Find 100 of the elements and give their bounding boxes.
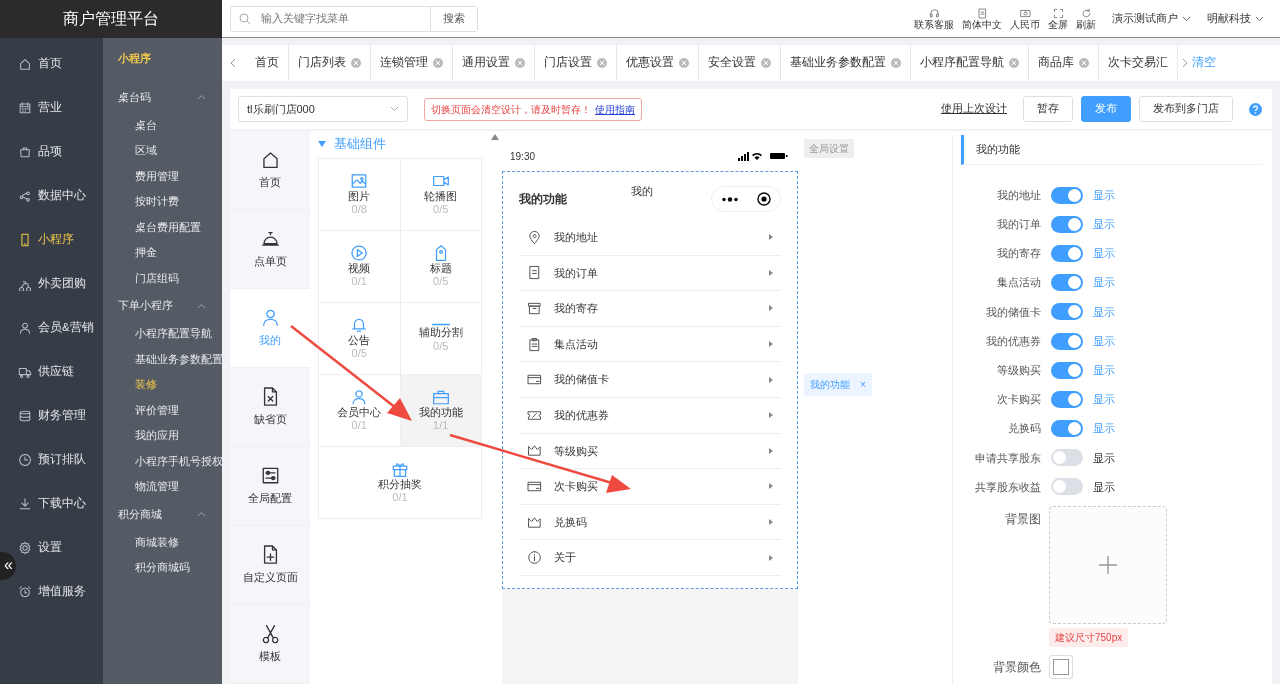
menu-item[interactable]: 装修 [135, 376, 157, 393]
close-icon[interactable] [891, 58, 901, 68]
menu-row[interactable]: 兑换码 [554, 513, 587, 531]
page-type-item[interactable]: 缺省页 [253, 411, 287, 428]
last-design-link[interactable]: 使用上次设计 [941, 101, 1007, 117]
page-tab[interactable]: 门店设置 [544, 54, 592, 72]
close-icon[interactable] [1079, 58, 1089, 68]
menu-row[interactable]: 我的地址 [554, 229, 598, 246]
nav-item[interactable]: 品项 [38, 143, 62, 161]
nav-item[interactable]: 增值服务 [38, 583, 86, 601]
chevron-icon[interactable] [197, 511, 206, 517]
menu-item[interactable]: 积分商城码 [135, 559, 190, 576]
nav-item[interactable]: 供应链 [38, 363, 74, 381]
toggle-switch[interactable] [1051, 244, 1083, 262]
close-icon[interactable] [351, 58, 361, 68]
toggle-switch[interactable] [1051, 361, 1083, 379]
toggle-switch[interactable] [1051, 215, 1083, 233]
page-tab[interactable]: 小程序配置导航 [920, 54, 1004, 72]
menu-group[interactable]: 积分商城 [118, 505, 162, 523]
page-tab[interactable]: 连锁管理 [380, 54, 428, 72]
menu-row[interactable]: 关于 [554, 549, 576, 566]
store-select[interactable]: tl乐刷门店000 [238, 96, 408, 122]
nav-item[interactable]: 小程序 [38, 231, 74, 249]
component-tile[interactable]: 积分抽奖 0/1 [319, 446, 482, 519]
guide-link[interactable]: 使用指南 [595, 103, 635, 115]
menu-item[interactable]: 区域 [135, 142, 157, 159]
page-type-item[interactable]: 模板 [259, 648, 281, 665]
nav-item[interactable]: 数据中心 [38, 187, 86, 205]
color-picker[interactable] [1049, 654, 1073, 679]
menu-item[interactable]: 桌台 [135, 116, 157, 133]
page-tab[interactable]: 安全设置 [708, 54, 756, 72]
menu-row[interactable]: 我的储值卡 [554, 371, 609, 388]
component-tile[interactable]: 辅助分割 0/5 [400, 302, 482, 375]
page-tab[interactable]: 基础业务参数配置 [790, 54, 886, 72]
component-tile[interactable]: 公告 0/5 [319, 302, 401, 375]
page-type-item[interactable]: 点单页 [253, 253, 287, 270]
menu-item[interactable]: 费用管理 [135, 167, 179, 184]
scroll-up-icon[interactable] [491, 134, 499, 140]
component-tile[interactable]: 标题 0/5 [400, 230, 482, 303]
caret-down-icon[interactable] [318, 141, 326, 148]
menu-group[interactable]: 下单小程序 [118, 297, 173, 314]
chevron-left-icon[interactable] [230, 58, 236, 68]
toggle-switch[interactable] [1051, 303, 1083, 321]
nav-item[interactable]: 财务管理 [38, 407, 86, 425]
menu-group[interactable]: 桌台码 [118, 88, 151, 106]
menu-row[interactable]: 我的订单 [554, 264, 598, 282]
menu-item[interactable]: 小程序配置导航 [135, 325, 212, 342]
close-icon[interactable] [597, 58, 607, 68]
account-dropdown[interactable]: 明献科技 [1207, 10, 1251, 27]
menu-item[interactable]: 我的应用 [135, 427, 179, 444]
menu-item[interactable]: 评价管理 [135, 401, 179, 418]
toggle-switch[interactable] [1051, 420, 1083, 438]
help-icon[interactable] [1249, 102, 1262, 116]
menu-item[interactable]: 小程序手机号授权 [135, 452, 223, 469]
toolbar-label[interactable]: 联系客服 [914, 18, 954, 30]
nav-item[interactable]: 外卖团购 [38, 275, 86, 293]
chevron-right-icon[interactable] [1182, 58, 1188, 68]
close-icon[interactable] [761, 58, 771, 68]
menu-item[interactable]: 商城装修 [135, 533, 179, 550]
menu-item[interactable]: 基础业务参数配置 [135, 350, 223, 367]
toolbar-label[interactable]: 人民币 [1010, 18, 1040, 30]
account-dropdown[interactable]: 演示测试商户 [1112, 10, 1178, 27]
nav-item[interactable]: 营业 [38, 99, 62, 117]
component-tile[interactable]: 图片 0/8 [319, 158, 401, 231]
action-button[interactable]: 暂存 [1023, 96, 1073, 122]
menu-row[interactable]: 次卡购买 [554, 478, 598, 495]
close-icon[interactable] [679, 58, 689, 68]
page-tab[interactable]: 优惠设置 [626, 54, 674, 72]
page-type-item[interactable]: 自定义页面 [242, 569, 298, 586]
action-button[interactable]: 发布到多门店 [1139, 96, 1233, 122]
toggle-switch[interactable] [1051, 186, 1083, 204]
component-tile[interactable]: 视频 0/1 [319, 230, 401, 303]
menu-row[interactable]: 集点活动 [554, 335, 598, 353]
toolbar-label[interactable]: 刷新 [1076, 18, 1096, 30]
toggle-switch[interactable] [1051, 478, 1083, 496]
nav-item[interactable]: 会员&营销 [38, 319, 94, 337]
nav-item[interactable]: 预订排队 [38, 451, 86, 469]
search-field[interactable]: 输入关键字找菜单 搜索 [230, 5, 478, 32]
toolbar-label[interactable]: 简体中文 [962, 18, 1002, 30]
nav-item[interactable]: 首页 [38, 55, 62, 73]
page-type-item[interactable]: 全局配置 [248, 490, 292, 507]
toolbar-label[interactable]: 全屏 [1048, 18, 1068, 30]
menu-item[interactable]: 押金 [135, 244, 157, 261]
component-tile[interactable]: 我的功能 1/1 [400, 374, 482, 447]
image-upload[interactable] [1049, 505, 1167, 624]
toggle-switch[interactable] [1051, 390, 1083, 408]
close-icon[interactable] [1009, 58, 1019, 68]
search-button[interactable]: 搜索 [430, 6, 477, 31]
toggle-switch[interactable] [1051, 274, 1083, 292]
page-tab[interactable]: 门店列表 [298, 54, 346, 72]
toggle-switch[interactable] [1051, 332, 1083, 350]
page-tab[interactable]: 首页 [255, 54, 279, 72]
close-icon[interactable] [433, 58, 443, 68]
component-tile[interactable]: 轮播图 0/5 [400, 158, 482, 231]
menu-row[interactable]: 等级购买 [554, 442, 598, 460]
nav-item[interactable]: 设置 [38, 539, 62, 557]
page-tab[interactable]: 商品库 [1038, 54, 1074, 72]
menu-row[interactable]: 我的优惠券 [554, 407, 609, 424]
chevron-icon[interactable] [197, 94, 206, 100]
menu-item[interactable]: 按时计费 [135, 193, 179, 210]
